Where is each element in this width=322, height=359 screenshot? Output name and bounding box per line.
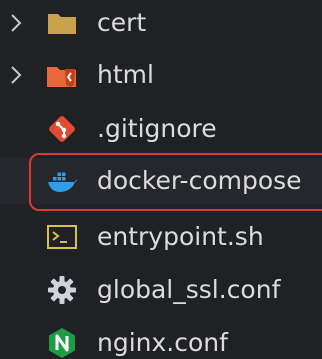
tree-item-docker-compose[interactable]: docker-compose	[0, 158, 322, 204]
tree-item-label: nginx.conf	[97, 328, 228, 357]
html-folder-icon	[47, 67, 76, 87]
tree-item-label: cert	[97, 8, 147, 37]
tree-item-global-ssl-conf[interactable]: global_ssl.conf	[0, 267, 322, 313]
chevron-right-icon[interactable]	[8, 11, 24, 35]
tree-item-cert[interactable]: cert	[0, 0, 322, 46]
tree-item-label: docker-compose	[97, 166, 302, 195]
tree-item-gitignore[interactable]: .gitignore	[0, 106, 322, 152]
tree-item-entrypoint-sh[interactable]: entrypoint.sh	[0, 214, 322, 260]
tree-item-nginx-conf[interactable]: nginx.conf	[0, 320, 322, 359]
tree-item-label: entrypoint.sh	[97, 222, 264, 251]
tree-item-label: global_ssl.conf	[97, 275, 281, 304]
terminal-icon	[47, 225, 77, 249]
chevron-right-icon[interactable]	[8, 63, 24, 87]
tree-item-label: html	[97, 60, 154, 89]
tree-item-label: .gitignore	[97, 114, 217, 143]
tree-item-html[interactable]: html	[0, 52, 322, 98]
docker-icon	[48, 172, 77, 192]
gear-icon	[48, 276, 76, 304]
file-explorer: cert html .gitignore docker-compose entr…	[0, 0, 322, 359]
nginx-icon	[49, 328, 75, 358]
git-icon	[49, 116, 75, 142]
folder-icon	[48, 14, 76, 34]
